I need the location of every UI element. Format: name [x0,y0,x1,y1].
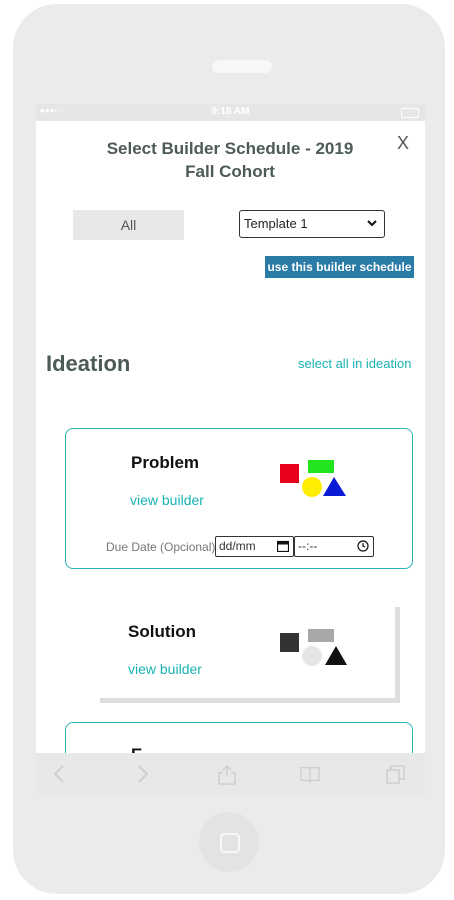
gray-rect-shape [308,629,334,642]
red-square-shape [280,464,299,483]
browser-toolbar [36,753,425,794]
battery-icon [401,108,419,118]
status-time: 9:18 AM [211,106,250,117]
solution-shapes-icon [280,629,347,666]
clock-icon[interactable] [357,540,369,552]
template-select[interactable]: Template 1 [239,210,385,238]
all-filter-button[interactable]: All [73,210,184,240]
builder-schedule-modal: Select Builder Schedule - 2019 Fall Coho… [36,121,425,753]
dark-square-shape [280,633,299,652]
phone-screen: ●●●○○ 9:18 AM Select Builder Schedule - … [36,104,425,794]
builder-card-problem[interactable]: Problem view builder Due Date (Opcional)… [65,428,413,569]
home-square-icon [220,833,240,853]
section-title: Ideation [46,351,131,376]
phone-speaker [212,60,272,73]
light-circle-shape [302,646,322,666]
close-button[interactable]: X [397,133,409,154]
share-icon[interactable] [217,763,237,785]
chevron-down-icon [367,220,377,227]
calendar-icon[interactable] [277,540,289,552]
status-bar: ●●●○○ 9:18 AM [36,104,425,121]
view-builder-link[interactable]: view builder [128,661,202,677]
modal-title-line1: Select Builder Schedule - 2019 [106,139,354,158]
modal-title-line2: Fall Cohort [185,162,275,181]
forward-arrow-icon[interactable] [132,763,152,785]
back-arrow-icon[interactable] [50,763,70,785]
use-builder-schedule-button[interactable]: use this builder schedule [265,256,414,278]
select-all-link[interactable]: select all in ideation [298,356,411,371]
template-select-value: Template 1 [244,216,308,231]
view-builder-link[interactable]: view builder [130,492,204,508]
modal-title: Select Builder Schedule - 2019 Fall Coho… [76,137,384,183]
due-date-label: Due Date (Opcional) [106,540,216,554]
due-date-placeholder: dd/mm [219,539,256,553]
black-triangle-shape [325,646,347,665]
builder-name: E... [131,745,157,753]
home-button[interactable] [199,812,259,872]
builder-card-solution[interactable]: Solution view builder [95,602,395,698]
blue-triangle-shape [323,477,346,496]
due-time-placeholder: --:-- [298,539,318,553]
tabs-icon[interactable] [386,763,406,785]
problem-shapes-icon [280,460,346,497]
due-time-input[interactable]: --:-- [294,536,374,557]
builder-name: Solution [128,622,196,641]
yellow-circle-shape [302,477,322,497]
bookmarks-icon[interactable] [300,763,320,785]
due-date-input[interactable]: dd/mm [215,536,294,557]
builder-name: Problem [131,453,200,472]
builder-card-next[interactable]: E... [65,722,413,753]
green-rect-shape [308,460,334,473]
